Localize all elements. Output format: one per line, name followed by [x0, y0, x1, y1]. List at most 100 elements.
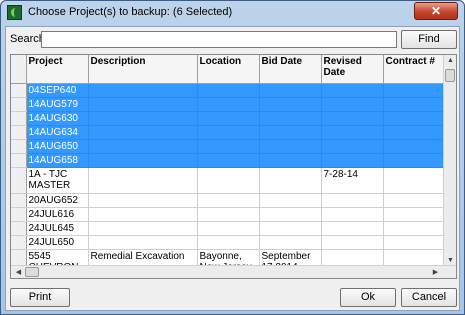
cell-contract: [383, 96, 445, 112]
cell-revised-date: [321, 152, 384, 168]
cell-revised-date: [321, 96, 384, 112]
cell-location: [197, 152, 260, 168]
cell-bid-date: [259, 82, 322, 98]
column-header-project[interactable]: Project: [26, 55, 89, 84]
horizontal-scrollbar[interactable]: ◀ ▶: [11, 265, 456, 278]
dialog-body: Search: Find Project Description Locatio…: [5, 26, 460, 311]
scroll-left-icon[interactable]: ◀: [12, 268, 25, 276]
row-selector[interactable]: [11, 193, 27, 208]
column-header-contract[interactable]: Contract #: [383, 55, 445, 84]
horizontal-scroll-thumb[interactable]: [25, 267, 39, 277]
cell-contract: [383, 124, 445, 140]
cell-bid-date: [259, 152, 322, 168]
table-row[interactable]: 1A - TJC MASTER 7-28-14: [11, 167, 445, 194]
ok-button-label: Ok: [360, 291, 376, 303]
cell-contract: [383, 138, 445, 154]
cell-project: 1A - TJC MASTER: [26, 167, 89, 194]
cell-revised-date: [321, 110, 384, 126]
table-row[interactable]: 24JUL616: [11, 207, 445, 222]
cell-project: 04SEP640: [26, 82, 89, 98]
vertical-scroll-thumb[interactable]: [445, 69, 455, 82]
cell-bid-date: [259, 221, 322, 236]
column-header-location[interactable]: Location: [197, 55, 260, 84]
row-selector[interactable]: [11, 111, 27, 126]
cell-contract: [383, 82, 445, 98]
cell-revised-date: [321, 221, 384, 236]
cell-contract: [383, 235, 445, 250]
row-selector[interactable]: [11, 207, 27, 222]
table-row[interactable]: 24JUL645: [11, 221, 445, 236]
cell-bid-date: [259, 110, 322, 126]
row-selector[interactable]: [11, 125, 27, 140]
close-button[interactable]: ✕: [414, 2, 458, 20]
table-row[interactable]: 04SEP640: [11, 82, 445, 98]
cell-contract: [383, 167, 445, 194]
cell-project: 24JUL645: [26, 221, 89, 236]
row-selector[interactable]: [11, 139, 27, 154]
scroll-right-icon[interactable]: ▶: [429, 268, 442, 276]
scroll-down-icon[interactable]: ▼: [444, 257, 456, 264]
search-input[interactable]: [41, 31, 397, 48]
ok-button[interactable]: Ok: [340, 288, 396, 307]
row-selector[interactable]: [11, 235, 27, 250]
row-selector[interactable]: [11, 97, 27, 112]
print-button[interactable]: Print: [10, 288, 70, 307]
cell-project: 20AUG652: [26, 193, 89, 208]
table-row[interactable]: 14AUG630: [11, 110, 445, 126]
cell-revised-date: [321, 193, 384, 208]
cell-project: 24JUL650: [26, 235, 89, 250]
vertical-scrollbar[interactable]: ▲ ▼: [443, 55, 456, 266]
cell-revised-date: [321, 124, 384, 140]
table-row[interactable]: 14AUG658: [11, 152, 445, 168]
column-header-revised-date[interactable]: Revised Date: [321, 55, 384, 84]
row-selector[interactable]: [11, 167, 27, 194]
cell-revised-date: [321, 82, 384, 98]
title-bar[interactable]: Choose Project(s) to backup: (6 Selected…: [1, 1, 464, 25]
scroll-up-icon[interactable]: ▲: [444, 57, 456, 64]
cell-contract: [383, 207, 445, 222]
cell-description: [88, 96, 198, 112]
cell-contract: [383, 152, 445, 168]
cell-description: [88, 207, 198, 222]
table-row[interactable]: 20AUG652: [11, 193, 445, 208]
cell-bid-date: [259, 96, 322, 112]
cell-location: [197, 221, 260, 236]
cell-project: 14AUG658: [26, 152, 89, 168]
app-logo-icon: [7, 5, 22, 20]
cell-location: [197, 110, 260, 126]
cell-bid-date: [259, 235, 322, 250]
row-selector[interactable]: [11, 153, 27, 168]
cell-project: 14AUG630: [26, 110, 89, 126]
cell-description: [88, 82, 198, 98]
table-row[interactable]: 14AUG650: [11, 138, 445, 154]
cell-contract: [383, 221, 445, 236]
cell-location: [197, 96, 260, 112]
projects-grid: Project Description Location Bid Date Re…: [10, 54, 457, 279]
table-row[interactable]: 24JUL650: [11, 235, 445, 250]
header-row: Project Description Location Bid Date Re…: [11, 55, 445, 84]
cell-location: [197, 235, 260, 250]
cell-description: [88, 138, 198, 154]
cell-location: [197, 138, 260, 154]
cell-description: [88, 124, 198, 140]
cell-description: [88, 221, 198, 236]
cell-location: [197, 193, 260, 208]
cell-project: 14AUG634: [26, 124, 89, 140]
row-selector[interactable]: [11, 221, 27, 236]
cell-project: 14AUG579: [26, 96, 89, 112]
cell-contract: [383, 110, 445, 126]
column-header-bid-date[interactable]: Bid Date: [259, 55, 322, 84]
column-header-description[interactable]: Description: [88, 55, 198, 84]
cell-location: [197, 207, 260, 222]
cell-bid-date: [259, 138, 322, 154]
row-selector[interactable]: [11, 83, 27, 98]
table-row[interactable]: 14AUG634: [11, 124, 445, 140]
cancel-button[interactable]: Cancel: [401, 288, 457, 307]
table-row[interactable]: 14AUG579: [11, 96, 445, 112]
cell-description: [88, 235, 198, 250]
cell-location: [197, 82, 260, 98]
find-button[interactable]: Find: [401, 30, 457, 49]
row-header-corner: [11, 55, 27, 84]
cell-description: [88, 152, 198, 168]
cell-contract: [383, 193, 445, 208]
